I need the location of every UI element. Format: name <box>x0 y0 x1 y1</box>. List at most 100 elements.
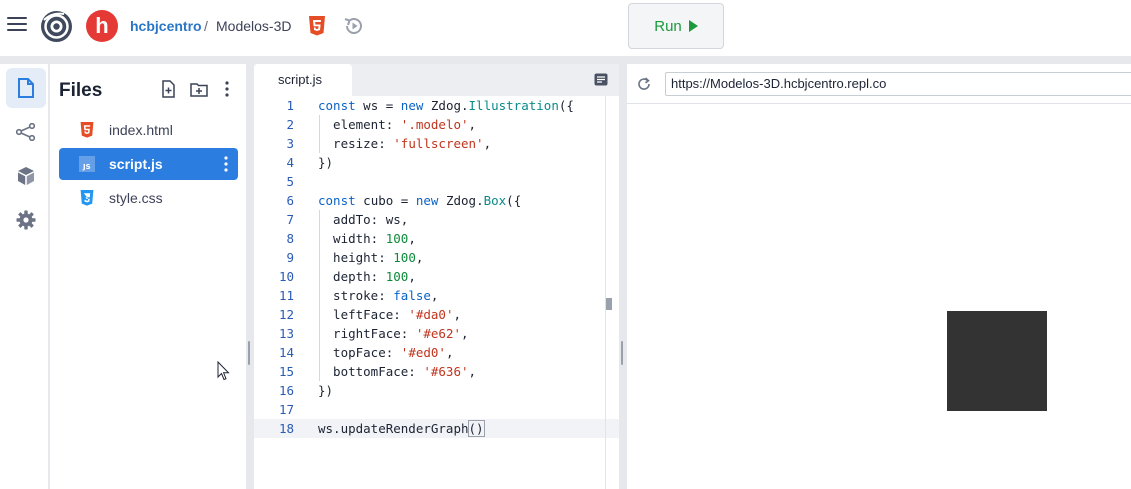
repl-name[interactable]: Modelos-3D <box>216 18 291 34</box>
html5-icon[interactable] <box>308 16 326 36</box>
line-number: 16 <box>278 383 294 398</box>
code-line[interactable]: 13 rightFace: '#e62', <box>254 324 619 343</box>
rail-settings[interactable] <box>6 200 46 240</box>
package-icon <box>18 167 34 185</box>
file-item-style-css[interactable]: style.css <box>59 182 238 214</box>
line-number: 7 <box>286 212 294 227</box>
sidebar-rail <box>0 64 48 489</box>
code-line[interactable]: 1 const ws = new Zdog.Illustration({ <box>254 96 619 115</box>
js-icon: JS <box>79 156 95 172</box>
play-icon <box>688 20 698 32</box>
more-options-icon[interactable] <box>218 80 236 98</box>
line-number: 12 <box>278 307 294 322</box>
code-line[interactable]: 16}) <box>254 381 619 400</box>
code-text: topFace: '#ed0', <box>318 345 454 360</box>
css3-icon <box>80 190 94 206</box>
files-pane: Files index.html JS script.js style.css <box>50 64 246 489</box>
code-line[interactable]: 5 <box>254 172 619 191</box>
line-number: 15 <box>278 364 294 379</box>
code-text: height: 100, <box>318 250 424 265</box>
code-text: addTo: ws, <box>318 212 409 227</box>
line-number: 17 <box>278 402 294 417</box>
line-number: 3 <box>286 136 294 151</box>
pane-resize-handle[interactable] <box>248 341 250 365</box>
code-text: resize: 'fullscreen', <box>318 136 492 151</box>
editor-scroll-track <box>605 96 606 489</box>
webview-pane: https://Modelos-3D.hcbjcentro.repl.co <box>627 64 1131 489</box>
code-text: const ws = new Zdog.Illustration({ <box>318 98 574 113</box>
line-number: 18 <box>278 421 294 436</box>
code-area[interactable]: 1 const ws = new Zdog.Illustration({ 2 ele… <box>254 96 619 438</box>
owner-link[interactable]: hcbjcentro <box>130 18 202 34</box>
replit-logo-icon[interactable] <box>40 10 73 43</box>
code-line[interactable]: 15 bottomFace: '#636', <box>254 362 619 381</box>
breadcrumb-separator: / <box>204 18 208 34</box>
new-folder-icon[interactable] <box>190 80 208 98</box>
html5-icon <box>80 122 94 138</box>
rail-files[interactable] <box>6 68 46 108</box>
code-text: width: 100, <box>318 231 416 246</box>
code-line[interactable]: 8 width: 100, <box>254 229 619 248</box>
refresh-icon[interactable] <box>636 76 652 92</box>
webview-toolbar: https://Modelos-3D.hcbjcentro.repl.co <box>627 64 1131 104</box>
line-number: 5 <box>286 174 294 189</box>
line-number: 1 <box>286 98 294 113</box>
code-line[interactable]: 18 ws.updateRenderGraph() <box>254 419 619 438</box>
files-title: Files <box>59 80 103 101</box>
code-text: bottomFace: '#636', <box>318 364 477 379</box>
rendered-cube <box>947 311 1047 411</box>
menu-icon[interactable] <box>7 17 27 35</box>
code-text: ws.updateRenderGraph() <box>318 420 485 437</box>
code-line[interactable]: 14 topFace: '#ed0', <box>254 343 619 362</box>
code-text: stroke: false, <box>318 288 439 303</box>
code-line[interactable]: 7 addTo: ws, <box>254 210 619 229</box>
code-text: leftFace: '#da0', <box>318 307 461 322</box>
code-editor[interactable]: script.js 1 const ws = new Zdog.Illustrat… <box>254 64 619 489</box>
code-line[interactable]: 2 element: '.modelo', <box>254 115 619 134</box>
line-number: 9 <box>286 250 294 265</box>
code-line[interactable]: 12 leftFace: '#da0', <box>254 305 619 324</box>
file-name: style.css <box>109 190 163 206</box>
line-number: 2 <box>286 117 294 132</box>
file-name: script.js <box>109 156 163 172</box>
file-item-script-js[interactable]: JS script.js <box>59 148 238 180</box>
line-number: 10 <box>278 269 294 284</box>
editor-menu-icon[interactable] <box>594 73 608 86</box>
line-number: 13 <box>278 326 294 341</box>
line-number: 8 <box>286 231 294 246</box>
code-line[interactable]: 6 const cubo = new Zdog.Box({ <box>254 191 619 210</box>
run-button-label: Run <box>654 17 682 35</box>
share-nodes-icon <box>16 123 36 141</box>
history-icon[interactable] <box>343 15 365 37</box>
gear-icon <box>16 210 36 230</box>
code-line[interactable]: 10 depth: 100, <box>254 267 619 286</box>
new-file-icon[interactable] <box>160 80 178 98</box>
code-text: }) <box>318 155 334 170</box>
tab-script-js[interactable]: script.js <box>254 64 352 96</box>
top-bar: h hcbjcentro / Modelos-3D Run <box>0 0 1131 56</box>
avatar[interactable]: h <box>86 10 118 42</box>
code-line[interactable]: 9 height: 100, <box>254 248 619 267</box>
pane-resize-handle[interactable] <box>621 341 623 365</box>
file-name: index.html <box>109 122 173 138</box>
line-number: 4 <box>286 155 294 170</box>
file-options-icon[interactable] <box>224 156 228 172</box>
editor-tab-bar: script.js <box>254 64 619 96</box>
run-button[interactable]: Run <box>628 3 724 49</box>
code-line[interactable]: 11 stroke: false, <box>254 286 619 305</box>
code-text: rightFace: '#e62', <box>318 326 469 341</box>
svg-text:JS: JS <box>82 163 91 171</box>
code-text: depth: 100, <box>318 269 416 284</box>
url-bar[interactable]: https://Modelos-3D.hcbjcentro.repl.co <box>665 72 1131 96</box>
file-icon <box>18 78 34 98</box>
code-line[interactable]: 17 <box>254 400 619 419</box>
mouse-cursor-icon <box>217 361 230 381</box>
rail-version-control[interactable] <box>6 112 46 152</box>
file-item-index-html[interactable]: index.html <box>59 114 238 146</box>
code-line[interactable]: 3 resize: 'fullscreen', <box>254 134 619 153</box>
code-text: }) <box>318 383 334 398</box>
rail-packages[interactable] <box>6 156 46 196</box>
code-text: element: '.modelo', <box>318 117 477 132</box>
editor-scrollbar[interactable] <box>606 298 612 310</box>
code-line[interactable]: 4}) <box>254 153 619 172</box>
